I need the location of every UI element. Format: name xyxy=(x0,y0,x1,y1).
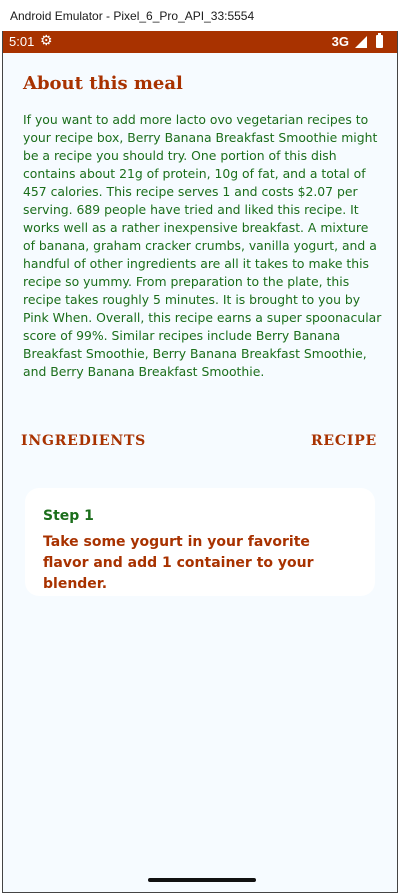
device-screen: 5:01 ⚙ 3G About this meal If you want to… xyxy=(2,31,398,893)
tabs: INGREDIENTS RECIPE xyxy=(21,433,377,453)
status-bar: 5:01 ⚙ 3G xyxy=(3,31,397,53)
about-title: About this meal xyxy=(23,73,183,94)
network-type: 3G xyxy=(331,34,349,49)
step-card: Step 1 Take some yogurt in your favorite… xyxy=(25,488,375,596)
signal-icon xyxy=(355,36,367,48)
about-description: If you want to add more lacto ovo vegeta… xyxy=(23,112,382,379)
step-text: Take some yogurt in your favorite flavor… xyxy=(43,534,314,592)
tab-ingredients[interactable]: INGREDIENTS xyxy=(21,433,146,449)
window-title: Android Emulator - Pixel_6_Pro_API_33:55… xyxy=(10,8,255,23)
window-titlebar: Android Emulator - Pixel_6_Pro_API_33:55… xyxy=(0,0,400,31)
status-time: 5:01 xyxy=(9,34,35,49)
battery-icon xyxy=(376,33,383,48)
step-label: Step 1 xyxy=(43,508,94,524)
tab-recipe[interactable]: RECIPE xyxy=(311,433,377,449)
home-indicator[interactable] xyxy=(148,878,256,882)
emulator-window: Android Emulator - Pixel_6_Pro_API_33:55… xyxy=(0,0,400,895)
gear-icon: ⚙ xyxy=(40,32,53,48)
